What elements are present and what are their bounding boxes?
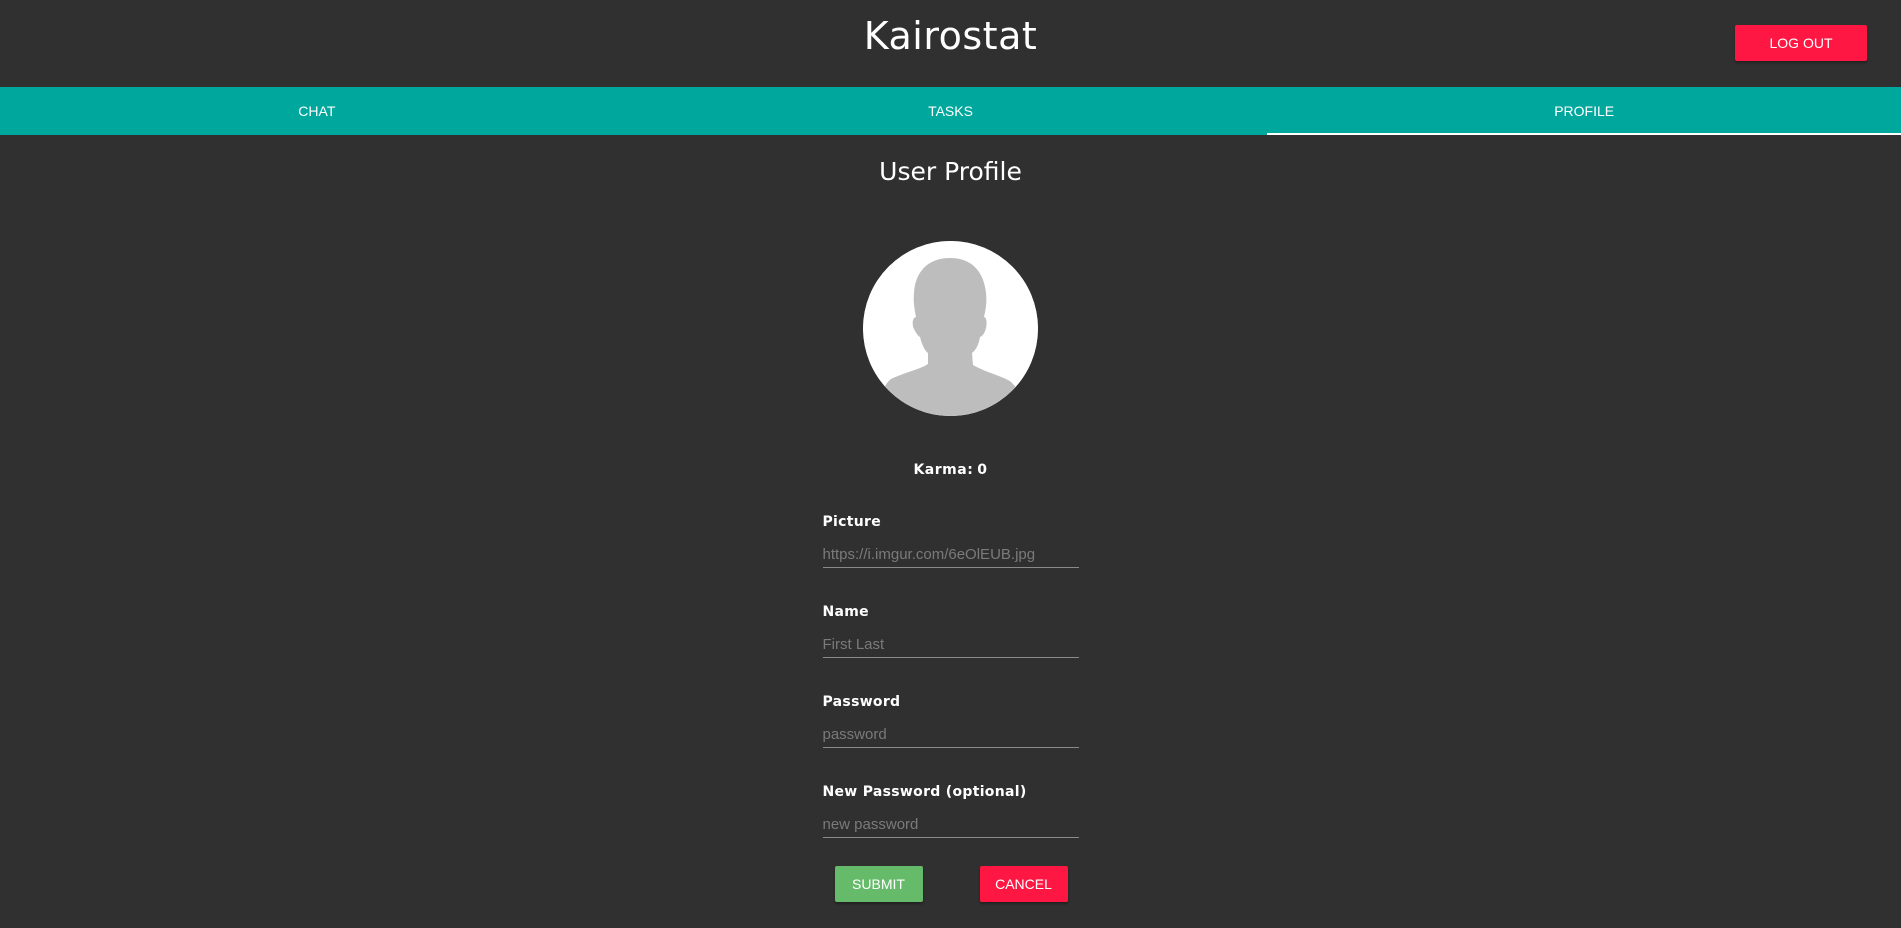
karma-value: 0 xyxy=(977,462,988,478)
app-title: Kairostat xyxy=(863,14,1038,58)
name-label: Name xyxy=(822,604,869,620)
cancel-button[interactable]: CANCEL xyxy=(979,866,1068,902)
logout-button[interactable]: LOG OUT xyxy=(1735,25,1867,61)
name-field: Name xyxy=(822,604,1079,658)
tab-bar: CHAT TASKS PROFILE xyxy=(0,87,1901,135)
profile-form: User Profile Karma:0 Picture Name Passwo… xyxy=(822,157,1079,902)
app-header: Kairostat LOG OUT xyxy=(0,0,1901,87)
picture-field: Picture xyxy=(822,514,1079,568)
password-field: Password xyxy=(822,694,1079,748)
password-label: Password xyxy=(822,694,901,710)
picture-label: Picture xyxy=(822,514,882,530)
new-password-label: New Password (optional) xyxy=(822,784,1027,800)
tab-tasks[interactable]: TASKS xyxy=(634,87,1268,135)
new-password-field: New Password (optional) xyxy=(822,784,1079,838)
password-input[interactable] xyxy=(822,726,1079,748)
karma-display: Karma: 0 xyxy=(823,462,1079,478)
avatar xyxy=(863,241,1038,416)
form-actions: SUBMIT CANCEL xyxy=(823,866,1079,902)
page-title: User Profile xyxy=(879,157,1022,186)
submit-button[interactable]: SUBMIT xyxy=(834,866,923,902)
karma-label: Karma: xyxy=(913,462,974,478)
tab-chat[interactable]: CHAT xyxy=(0,87,634,135)
picture-input[interactable] xyxy=(822,546,1079,568)
new-password-input[interactable] xyxy=(822,816,1079,838)
tab-profile[interactable]: PROFILE xyxy=(1267,87,1901,135)
name-input[interactable] xyxy=(822,636,1079,658)
user-silhouette-icon xyxy=(863,241,1038,416)
